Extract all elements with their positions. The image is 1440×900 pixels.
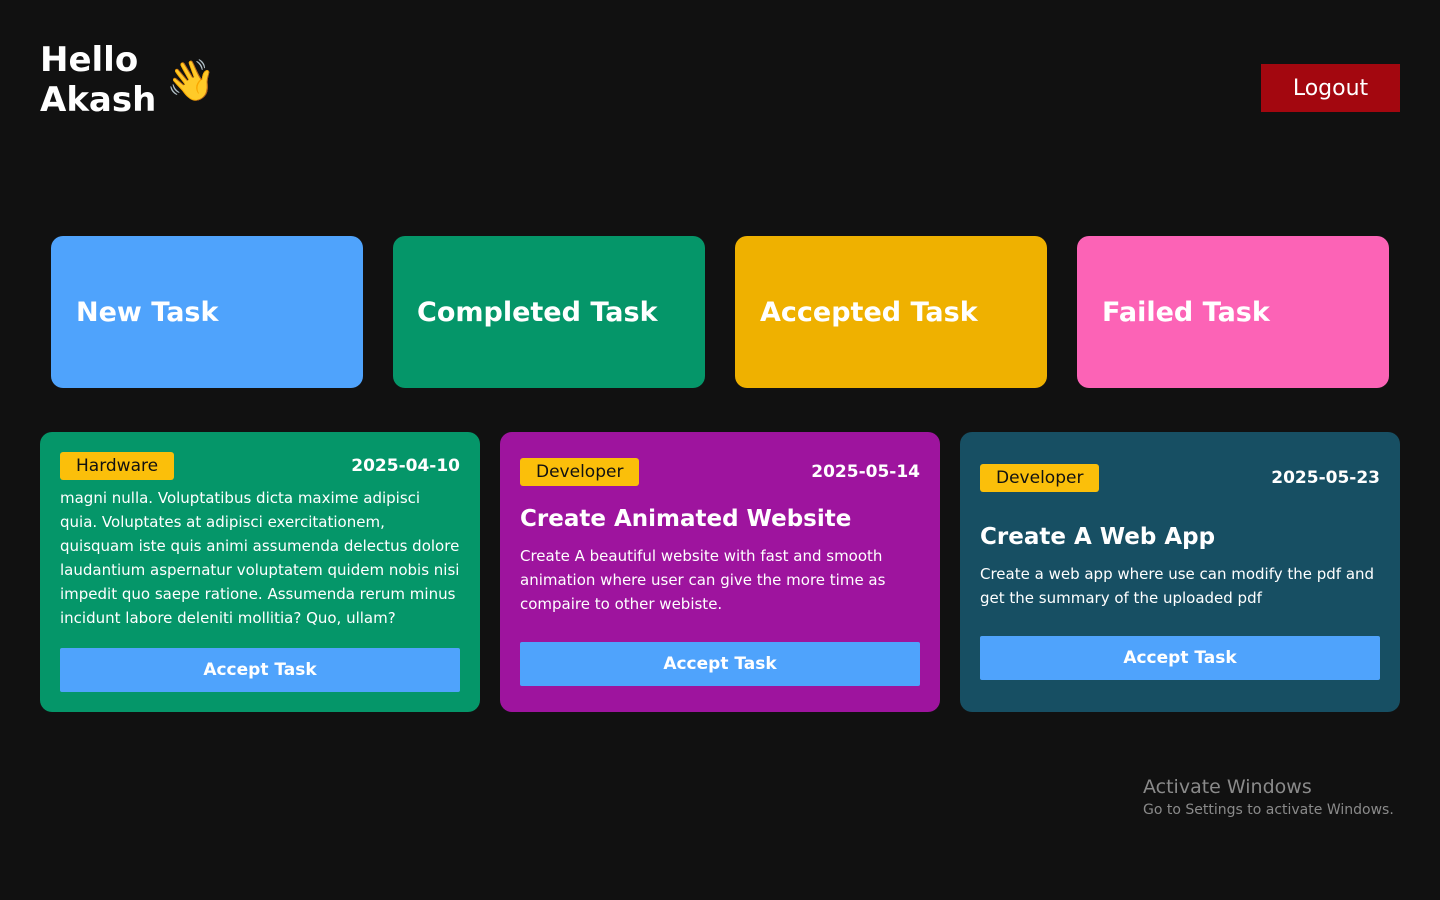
greeting-username: Akash [40,80,157,120]
greeting-hello: Hello [40,40,139,80]
stat-card-new-task: New Task [51,236,363,388]
stat-label: Accepted Task [760,296,978,328]
accept-task-button[interactable]: Accept Task [520,642,920,686]
task-card-header: Developer 2025-05-23 [980,464,1380,492]
task-card: Hardware 2025-04-10 magni nulla. Volupta… [40,432,480,712]
activate-windows-watermark: Activate Windows Go to Settings to activ… [1143,776,1394,818]
stat-card-completed-task: Completed Task [393,236,705,388]
task-title: Create Animated Website [520,506,852,532]
task-date: 2025-05-23 [1271,468,1380,488]
stat-card-accepted-task: Accepted Task [735,236,1047,388]
greeting: Hello Akash 👋 [40,40,216,120]
dashboard-page: Hello Akash 👋 Logout New Task Completed … [0,0,1440,900]
task-category-badge: Developer [980,464,1100,492]
watermark-subtitle: Go to Settings to activate Windows. [1143,802,1394,818]
header: Hello Akash 👋 Logout [40,40,1400,120]
task-list: Hardware 2025-04-10 magni nulla. Volupta… [40,432,1400,712]
task-card: Developer 2025-05-23 Create A Web App Cr… [960,432,1400,712]
greeting-text: Hello Akash [40,40,160,120]
task-card: Developer 2025-05-14 Create Animated Web… [500,432,940,712]
stat-label: Completed Task [417,296,658,328]
stat-label: New Task [76,296,219,328]
watermark-title: Activate Windows [1143,776,1312,798]
task-description: Create A beautiful website with fast and… [520,547,886,613]
waving-hand-icon: 👋 [166,57,216,104]
task-category-badge: Developer [520,458,640,486]
stat-card-failed-task: Failed Task [1077,236,1389,388]
stat-label: Failed Task [1102,296,1270,328]
accept-task-button[interactable]: Accept Task [980,636,1380,680]
task-description: magni nulla. Voluptatibus dicta maxime a… [60,489,460,627]
task-title: Create A Web App [980,524,1216,550]
task-category-badge: Hardware [60,452,175,480]
accept-task-button[interactable]: Accept Task [60,648,460,692]
task-date: 2025-04-10 [351,456,460,476]
task-card-header: Hardware 2025-04-10 [60,452,460,480]
logout-button[interactable]: Logout [1261,64,1400,112]
task-stats: New Task Completed Task Accepted Task Fa… [51,236,1389,388]
task-card-header: Developer 2025-05-14 [520,458,920,486]
task-description: Create a web app where use can modify th… [980,565,1375,607]
task-date: 2025-05-14 [811,462,920,482]
